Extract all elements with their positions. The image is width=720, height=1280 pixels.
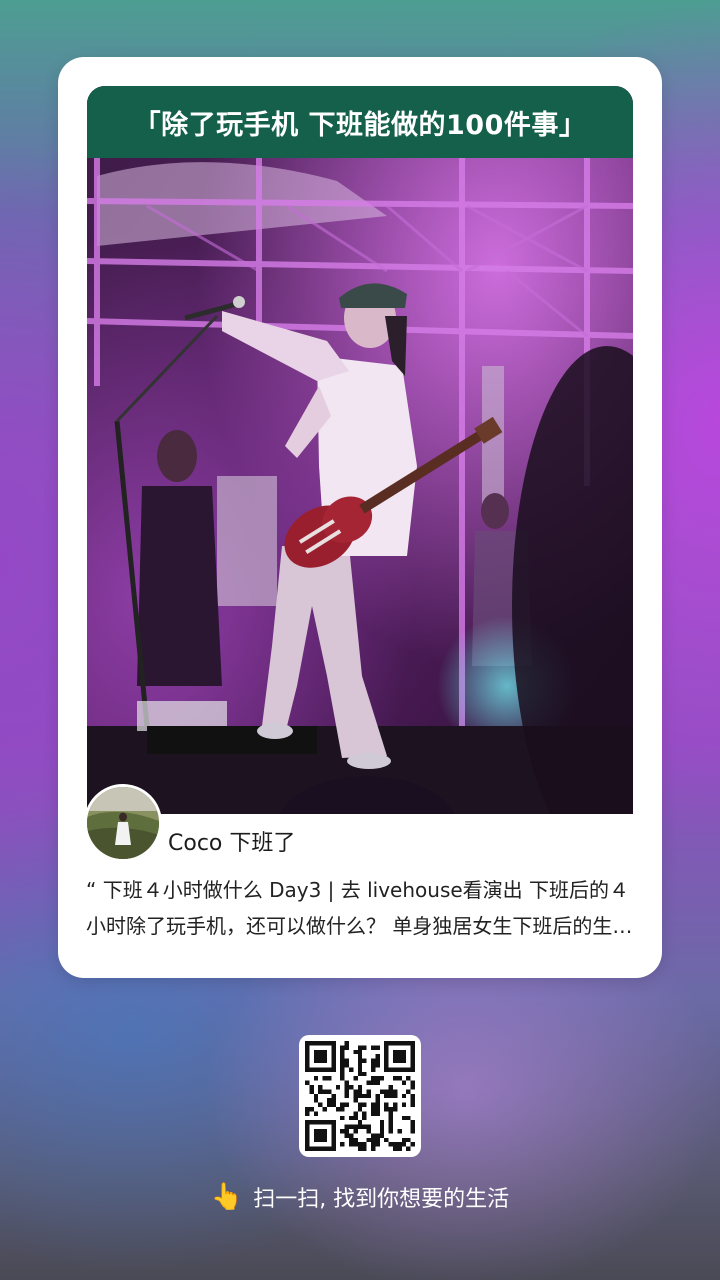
- scan-prompt: 👆 扫一扫, 找到你想要的生活: [0, 1180, 720, 1214]
- banner-title: 「除了玩手机 下班能做的100件事」: [133, 109, 587, 141]
- qr-code[interactable]: [299, 1035, 421, 1157]
- title-banner: 「除了玩手机 下班能做的100件事」: [87, 86, 633, 158]
- avatar-image: [87, 787, 159, 859]
- post-description[interactable]: “ 下班４小时做什么 Day3 | 去 livehouse看演出 下班后的４小时…: [86, 872, 634, 944]
- concert-photo[interactable]: 「除了玩手机 下班能做的100件事」: [87, 86, 633, 814]
- pointing-hand-icon: 👆: [210, 1182, 244, 1212]
- share-card[interactable]: 「除了玩手机 下班能做的100件事」 Coco 下班了 “ 下班４小时做什么 D…: [58, 57, 662, 978]
- author-avatar[interactable]: [84, 784, 162, 862]
- author-name[interactable]: Coco 下班了: [168, 825, 295, 857]
- concert-photo-image: [87, 86, 633, 814]
- scan-text: 扫一扫, 找到你想要的生活: [253, 1187, 510, 1212]
- qr-code-image: [305, 1041, 415, 1151]
